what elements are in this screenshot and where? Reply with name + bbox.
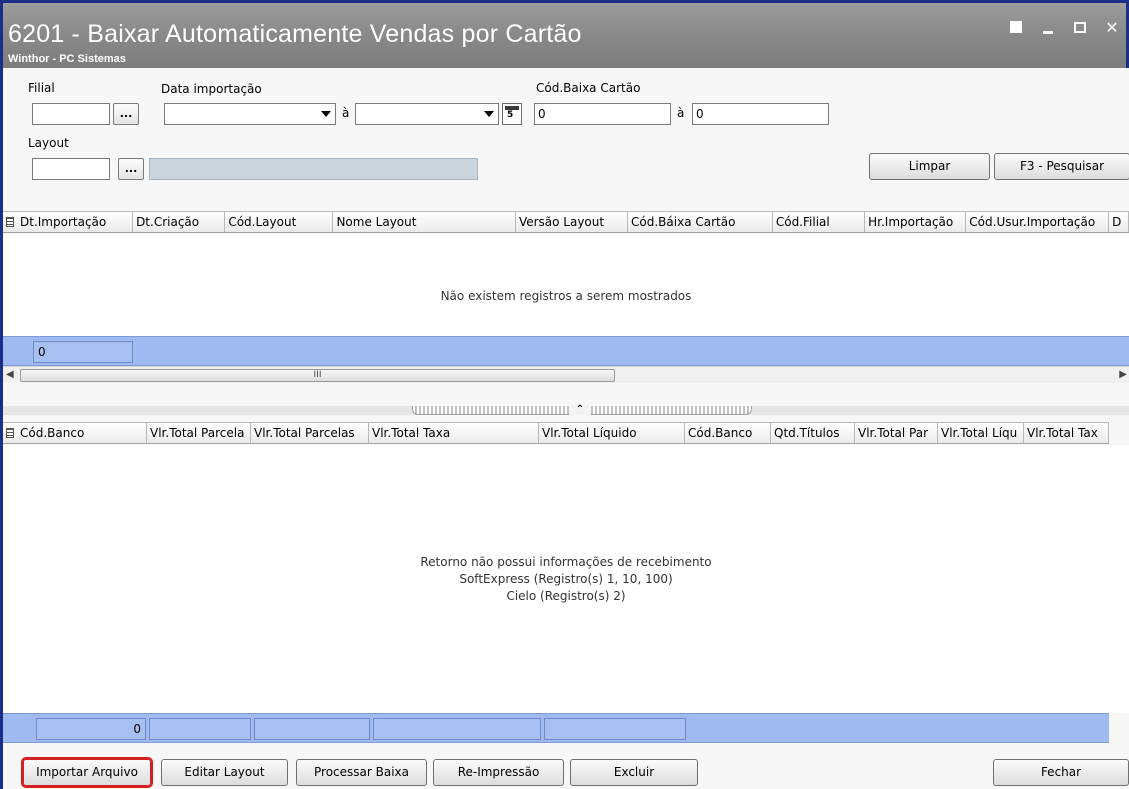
grid1-body[interactable]: Não existem registros a serem mostrados [3, 234, 1129, 348]
grid2-header: Cód.Banco Vlr.Total Parcela Vlr.Total Pa… [3, 422, 1109, 444]
grid2-empty-line1: Retorno não possui informações de recebi… [420, 555, 712, 569]
grid2-col-vlr-total-parcela[interactable]: Vlr.Total Parcela [147, 423, 251, 443]
grid2-col-vlr-total-tax[interactable]: Vlr.Total Tax [1024, 423, 1109, 443]
main-frame: Filial ... Data importação à 5 Cód.Baixa… [0, 68, 1129, 789]
grid1-col-cod-usur-importacao[interactable]: Cód.Usur.Importação [966, 212, 1110, 232]
grid1-hscrollbar[interactable]: ◀ III ▶ [3, 366, 1129, 383]
grid1-col-cod-layout[interactable]: Cód.Layout [225, 212, 334, 232]
data-de-dropdown[interactable] [164, 103, 336, 125]
filial-search-button[interactable]: ... [113, 103, 139, 125]
title-bar: 6201 - Baixar Automaticamente Vendas por… [0, 0, 1129, 68]
cod-baixa-de-input[interactable]: 0 [534, 103, 671, 125]
layout-label: Layout [28, 136, 69, 150]
layout-search-button[interactable]: ... [118, 158, 144, 180]
importar-arquivo-button[interactable]: Importar Arquivo [21, 757, 153, 788]
grid2-empty-line3: Cielo (Registro(s) 2) [506, 589, 626, 603]
processar-baixa-button[interactable]: Processar Baixa [296, 759, 427, 786]
column-chooser-icon[interactable] [3, 212, 17, 232]
scroll-left-icon[interactable]: ◀ [6, 369, 14, 380]
cod-baixa-separator: à [677, 106, 685, 120]
grid2-empty-line2: SoftExpress (Registro(s) 1, 10, 100) [459, 572, 673, 586]
data-ate-dropdown[interactable] [355, 103, 499, 125]
window-subtitle: Winthor - PC Sistemas [8, 53, 126, 65]
calendar-icon[interactable]: 5 [502, 103, 522, 125]
grid1-empty-message: Não existem registros a serem mostrados [440, 289, 692, 303]
grid2-col-vlr-total-liqu[interactable]: Vlr.Total Líqu [938, 423, 1024, 443]
grid2-col-vlr-total-liquido[interactable]: Vlr.Total Líquido [539, 423, 685, 443]
grid1-col-dt-criacao[interactable]: Dt.Criação [133, 212, 226, 232]
window-title: 6201 - Baixar Automaticamente Vendas por… [8, 20, 582, 48]
data-range-separator: à [342, 106, 350, 120]
chevron-up-icon[interactable]: ⌃ [569, 405, 591, 415]
grid2-body[interactable]: Retorno não possui informações de recebi… [3, 445, 1129, 713]
close-icon[interactable]: ✕ [1104, 18, 1120, 37]
grid1-col-versao-layout[interactable]: Versão Layout [516, 212, 629, 232]
grid2-col-vlr-total-par[interactable]: Vlr.Total Par [855, 423, 938, 443]
grid2-empty-message: Retorno não possui informações de recebi… [3, 554, 1129, 605]
grid2-footer-cell [544, 718, 686, 740]
scroll-right-icon[interactable]: ▶ [1119, 369, 1127, 380]
scroll-thumb[interactable]: III [20, 369, 615, 382]
grid1-col-d[interactable]: D [1109, 212, 1129, 232]
column-chooser-icon[interactable] [3, 423, 17, 443]
editar-layout-button[interactable]: Editar Layout [161, 759, 288, 786]
layout-description-field [149, 158, 478, 180]
filial-label: Filial [28, 81, 55, 95]
grid1-col-cod-filial[interactable]: Cód.Filial [773, 212, 866, 232]
grid2-col-qtd-titulos[interactable]: Qtd.Títulos [771, 423, 855, 443]
maximize-icon[interactable] [1072, 19, 1088, 35]
grid2-col-vlr-total-taxa[interactable]: Vlr.Total Taxa [369, 423, 539, 443]
panel-splitter[interactable]: ⌃ [3, 405, 1129, 415]
restore-icon[interactable] [1008, 19, 1024, 35]
chevron-down-icon[interactable] [484, 111, 494, 117]
window-controls: ✕ [1008, 18, 1120, 37]
grid1-header: Dt.Importação Dt.Criação Cód.Layout Nome… [3, 211, 1129, 233]
limpar-button[interactable]: Limpar [869, 153, 990, 180]
grid2-footer: 0 [3, 713, 1109, 743]
filial-input[interactable] [32, 103, 110, 125]
cod-baixa-label: Cód.Baixa Cartão [536, 81, 641, 95]
chevron-down-icon[interactable] [321, 111, 331, 117]
grid2-footer-cell [373, 718, 541, 740]
cod-baixa-ate-input[interactable]: 0 [692, 103, 829, 125]
grid1-footer: 0 [3, 336, 1129, 366]
minimize-icon[interactable] [1040, 19, 1056, 35]
pesquisar-button[interactable]: F3 - Pesquisar [994, 153, 1129, 180]
grid2-footer-cell [254, 718, 370, 740]
grid2-col-vlr-total-parcelas[interactable]: Vlr.Total Parcelas [251, 423, 369, 443]
grid1-col-dt-importacao[interactable]: Dt.Importação [17, 212, 134, 232]
grid1-col-cod-baixa-cartao[interactable]: Cód.Báixa Cartão [628, 212, 773, 232]
grid2-footer-count: 0 [36, 718, 146, 740]
grid1-footer-count: 0 [33, 341, 133, 363]
grid2-footer-cell [149, 718, 251, 740]
grid1-col-hr-importacao[interactable]: Hr.Importação [865, 212, 967, 232]
grid1-col-nome-layout[interactable]: Nome Layout [333, 212, 516, 232]
layout-input[interactable] [32, 158, 110, 180]
grid2-col-cod-banco[interactable]: Cód.Banco [17, 423, 147, 443]
excluir-button[interactable]: Excluir [570, 759, 698, 786]
fechar-button[interactable]: Fechar [993, 759, 1129, 786]
data-importacao-label: Data importação [161, 82, 262, 96]
grid2-col-cod-banco-2[interactable]: Cód.Banco [685, 423, 771, 443]
reimpressao-button[interactable]: Re-Impressão [433, 759, 564, 786]
